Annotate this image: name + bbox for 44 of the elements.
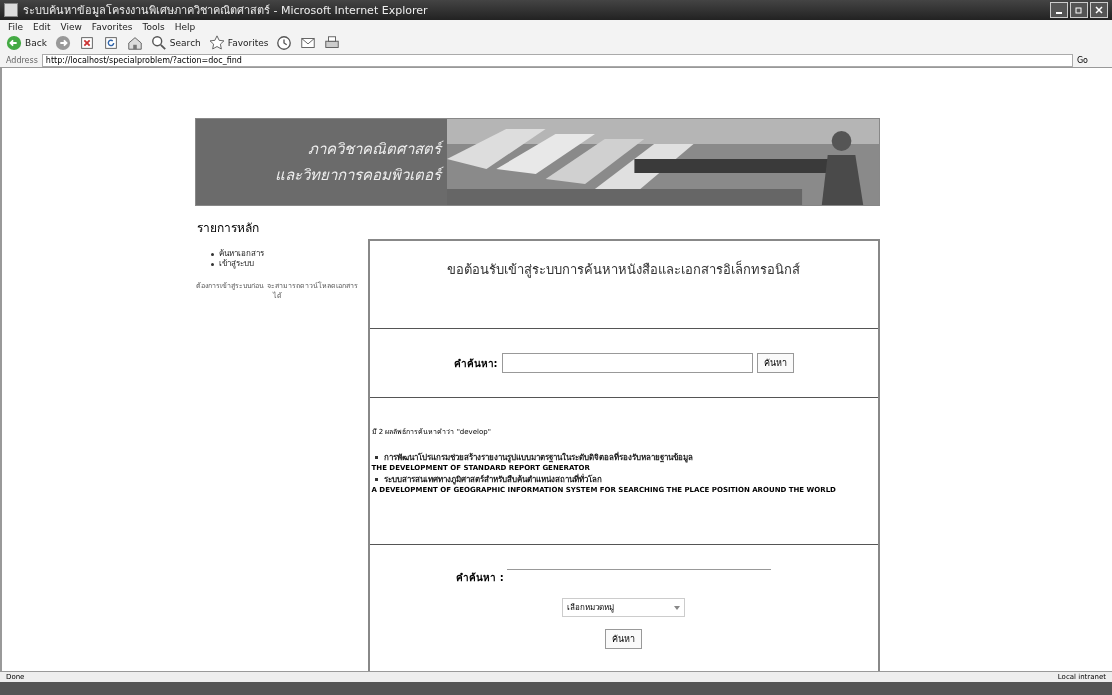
restore-icon	[1075, 6, 1083, 14]
page-heading: ขอต้อนรับเข้าสู่ระบบการค้นหาหนังสือและเอกสารอิเล็กทรอนิกส์	[447, 259, 800, 280]
mail-button[interactable]	[300, 35, 317, 51]
forward-button[interactable]	[54, 35, 71, 51]
print-button[interactable]	[324, 35, 341, 51]
menu-item[interactable]: Edit	[33, 21, 51, 32]
menu-item[interactable]: Favorites	[91, 21, 133, 32]
search-field[interactable]	[501, 353, 753, 373]
menu-heading: รายการหลัก	[195, 220, 260, 237]
search-button[interactable]: ค้นหา	[756, 353, 794, 373]
bullet-icon	[210, 252, 214, 256]
search-label: คำค้นหา:	[453, 356, 498, 371]
result-title[interactable]: ระบบสารสนเทศทางภูมิศาสตร์สำหรับสืบค้นตำแหน่งสถานที่ทั่วโลก	[383, 473, 602, 486]
close-button[interactable]	[1090, 2, 1108, 18]
minimize-button[interactable]	[1050, 2, 1068, 18]
favorites-button[interactable]: Favorites	[208, 35, 269, 51]
sidebar-link[interactable]: เข้าสู่ระบบ	[218, 259, 254, 269]
window-icon	[4, 3, 18, 17]
home-button[interactable]	[126, 35, 143, 51]
menu-item[interactable]: View	[60, 21, 82, 32]
result-title[interactable]: การพัฒนาโปรแกรมช่วยสร้างรายงานรูปแบบมาตรฐานในระดับดิจิตอลที่รองรับหลายฐานข้อมูล	[383, 451, 693, 464]
menu-item[interactable]: Help	[174, 21, 196, 32]
refresh-button[interactable]	[102, 35, 119, 51]
house-icon	[126, 35, 143, 51]
go-button[interactable]: Go	[1076, 55, 1106, 65]
bullet-icon	[374, 456, 378, 459]
category-dropdown[interactable]: เลือกหมวดหมู่	[562, 598, 685, 617]
search-button[interactable]: Search	[150, 35, 201, 51]
back-button[interactable]: Back	[6, 35, 47, 51]
address-field[interactable]: http://localhost/specialproblem/?action=doc_find	[41, 53, 1073, 67]
search-button[interactable]: ค้นหา	[605, 629, 642, 649]
address-label: Address	[6, 55, 38, 65]
bullet-icon	[210, 262, 214, 266]
history-button[interactable]	[276, 35, 293, 51]
menu-item[interactable]: File	[8, 21, 24, 32]
stop-button[interactable]	[78, 35, 95, 51]
sidebar-link[interactable]: ค้นหาเอกสาร	[218, 249, 264, 259]
close-icon	[1095, 6, 1103, 14]
menu-item[interactable]: Tools	[142, 21, 165, 32]
banner-logo: ภาควิชาคณิตศาสตร์ และวิทยาการคอมพิวเตอร์	[195, 119, 447, 205]
keyword-label: คำค้นหา :	[456, 571, 504, 585]
window-title: ระบบค้นหาข้อมูลโครงงานพิเศษภาควิชาคณิตศาสตร์ - Microsoft Internet Explorer	[23, 3, 428, 19]
bullet-icon	[374, 478, 378, 481]
restore-button[interactable]	[1070, 2, 1088, 18]
